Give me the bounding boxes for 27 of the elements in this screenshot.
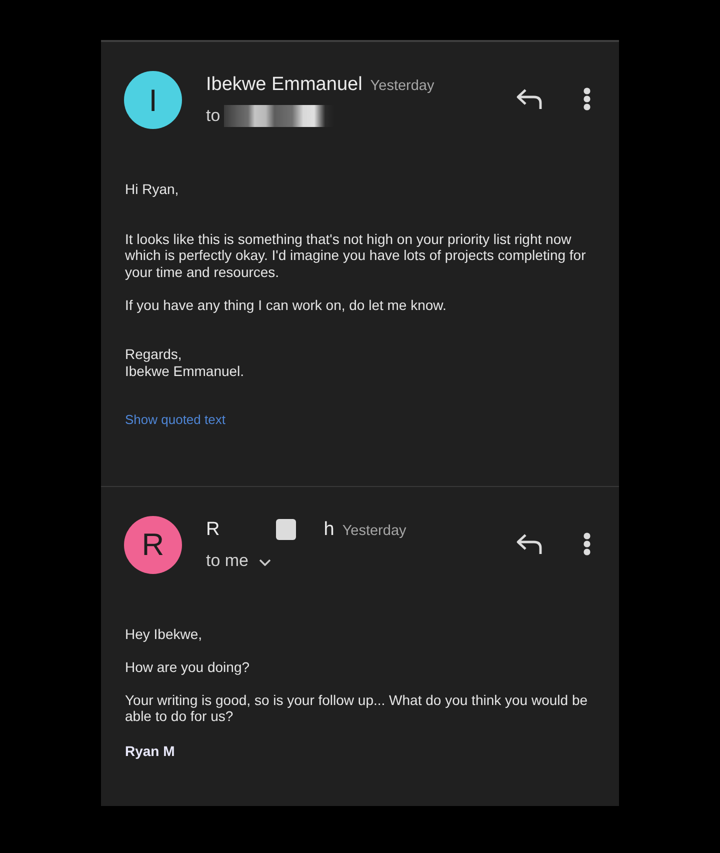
reply-icon xyxy=(515,88,543,110)
message-paragraph: Your writing is good, so is your follow up... What do you think you would be able to do for us? xyxy=(125,692,589,724)
more-options-button[interactable] xyxy=(583,532,591,556)
avatar: I xyxy=(124,71,182,129)
recipients-toggle[interactable]: to xyxy=(206,106,220,126)
reply-button[interactable] xyxy=(515,532,543,554)
sender-name: Ibekwe Emmanuel xyxy=(206,73,362,97)
timestamp: Yesterday xyxy=(342,522,406,538)
more-options-button[interactable] xyxy=(583,87,591,111)
sender-name: h xyxy=(324,518,334,542)
more-vertical-icon xyxy=(583,532,591,556)
recipients-toggle[interactable]: to me xyxy=(206,550,271,570)
timestamp: Yesterday xyxy=(370,78,434,94)
message-paragraph: Hi Ryan, xyxy=(125,181,180,198)
reply-icon xyxy=(515,532,543,554)
message-paragraph: If you have any thing I can work on, do let me know. xyxy=(125,296,448,313)
more-vertical-icon xyxy=(583,87,591,111)
sender-name: R xyxy=(206,518,220,542)
message-paragraph: It looks like this is something that's not high on your priority list right now which is perfectly okay. I'd imagine you have lots of projects completing for your time and resources. xyxy=(125,230,587,280)
show-quoted-text-link[interactable]: Show quoted text xyxy=(125,412,226,428)
avatar: R xyxy=(124,516,182,574)
reply-button[interactable] xyxy=(515,88,543,110)
message-paragraph: How are you doing? xyxy=(125,658,251,675)
signature: Ryan M xyxy=(125,742,175,759)
message-paragraph: Regards, Ibekwe Emmanuel. xyxy=(125,346,246,379)
message-paragraph: Hey Ibekwe, xyxy=(125,626,204,642)
redaction-blur xyxy=(276,519,296,540)
